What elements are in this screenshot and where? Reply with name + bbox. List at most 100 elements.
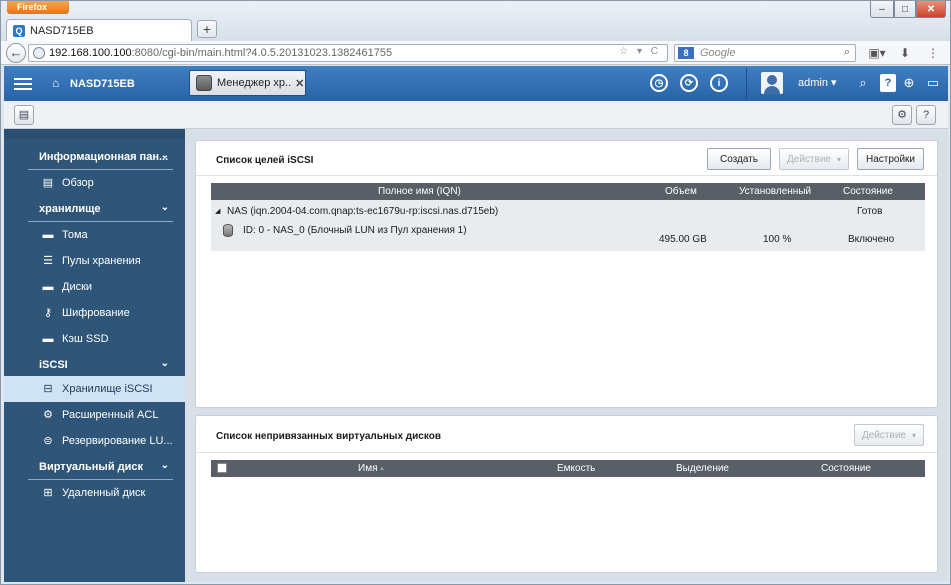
sidebar-item-ssd-cache[interactable]: ▬ Кэш SSD bbox=[4, 326, 185, 352]
sidebar-group-dashboard[interactable]: Информационная пан... ⌄ bbox=[4, 144, 185, 170]
close-window-button[interactable]: ✕ bbox=[916, 1, 946, 18]
sidebar-item-overview[interactable]: ▤ Обзор bbox=[4, 170, 185, 196]
chevron-down-icon: ⌄ bbox=[160, 358, 169, 369]
settings-gear-icon[interactable]: ⚙ bbox=[892, 105, 912, 125]
action-label: Действие bbox=[862, 429, 906, 441]
search-magnifier-icon[interactable]: ⌕ bbox=[844, 46, 850, 59]
maximize-button[interactable]: □ bbox=[894, 1, 916, 18]
home-label: NASD715EB bbox=[70, 77, 135, 90]
sidebar-item-remote-disk[interactable]: ⊞ Удаленный диск bbox=[4, 480, 185, 506]
action-dropdown[interactable]: Действие ▾ bbox=[779, 148, 849, 170]
sidebar-group-iscsi[interactable]: iSCSI ⌄ bbox=[4, 352, 185, 378]
download-arrow-icon[interactable]: ⬇ bbox=[895, 44, 915, 62]
column-allocated[interactable]: Установленный bbox=[739, 186, 811, 197]
search-icon[interactable]: ⌕ bbox=[854, 74, 872, 92]
toggle-panel-icon[interactable]: ▤ bbox=[14, 105, 34, 125]
sidebar-group-virtual-disk[interactable]: Виртуальный диск ⌄ bbox=[4, 454, 185, 480]
table-row[interactable]: ◢ NAS (iqn.2004-04.com.qnap:ts-ec1679u-r… bbox=[211, 200, 925, 222]
close-app-tab-icon[interactable]: ✕ bbox=[295, 77, 304, 90]
sidebar-item-encryption[interactable]: ⚷ Шифрование bbox=[4, 300, 185, 326]
overview-icon: ▤ bbox=[42, 176, 54, 189]
info-icon[interactable]: i bbox=[710, 74, 728, 92]
monitor-icon[interactable]: ▭ bbox=[924, 74, 942, 92]
home-button[interactable]: ⌂ NASD715EB bbox=[52, 66, 135, 101]
app-help-icon[interactable]: ? bbox=[916, 105, 936, 125]
disk-icon: ▬ bbox=[42, 280, 54, 293]
sidebar-item-label: Диски bbox=[62, 281, 93, 293]
new-tab-button[interactable]: + bbox=[197, 20, 217, 38]
panel-title: Список целей iSCSI bbox=[216, 155, 314, 166]
sort-arrow-icon: ▲ bbox=[379, 466, 385, 472]
main-content: Список целей iSCSI Создать Действие ▾ Нас… bbox=[185, 129, 948, 582]
sidebar-group-label: хранилище bbox=[39, 203, 101, 215]
clock-icon[interactable]: ◷ bbox=[650, 74, 668, 92]
select-all-checkbox[interactable] bbox=[217, 463, 227, 473]
sidebar-item-advanced-acl[interactable]: ⚙ Расширенный ACL bbox=[4, 402, 185, 428]
divider bbox=[196, 452, 937, 453]
virtual-disks-table-header: Имя ▲ Емкость Выделение Состояние bbox=[211, 460, 925, 477]
sidebar-item-pools[interactable]: ☰ Пулы хранения bbox=[4, 248, 185, 274]
panel-title: Список непривязанных виртуальных дисков bbox=[216, 431, 441, 442]
browser-tab-title: NASD715EB bbox=[30, 24, 94, 37]
table-row[interactable]: ID: 0 - NAS_0 (Блочный LUN из Пул хранен… bbox=[211, 222, 925, 251]
search-input[interactable]: 8 Google ⌕ bbox=[674, 44, 856, 62]
bookmark-star-icon[interactable]: ☆ ▾ C bbox=[619, 46, 661, 57]
storage-manager-tab-label: Менеджер хр.. bbox=[217, 77, 292, 89]
sidebar-group-label: Виртуальный диск bbox=[39, 461, 144, 473]
qnap-app-bar: ⌂ NASD715EB Менеджер хр.. ✕ ◷ ⟳ i admin … bbox=[4, 66, 948, 101]
column-status[interactable]: Состояние bbox=[821, 463, 871, 474]
lun-capacity: 495.00 GB bbox=[659, 234, 707, 245]
column-name[interactable]: Имя bbox=[358, 463, 377, 474]
column-iqn[interactable]: Полное имя (IQN) bbox=[378, 186, 461, 197]
sidebar-item-volumes[interactable]: ▬ Тома bbox=[4, 222, 185, 248]
sidebar-group-label: iSCSI bbox=[39, 359, 68, 371]
storage-manager-tab[interactable]: Менеджер хр.. ✕ bbox=[189, 70, 306, 96]
browser-tab[interactable]: Q NASD715EB bbox=[6, 19, 192, 41]
sidebar-item-label: Удаленный диск bbox=[62, 487, 146, 499]
divider bbox=[196, 175, 937, 176]
column-allocation[interactable]: Выделение bbox=[676, 463, 729, 474]
user-menu[interactable]: admin ▾ bbox=[798, 66, 837, 101]
chevron-down-icon: ▾ bbox=[911, 430, 916, 440]
help-icon[interactable]: ? bbox=[880, 74, 896, 92]
column-capacity[interactable]: Емкость bbox=[557, 463, 595, 474]
settings-button[interactable]: Настройки bbox=[857, 148, 924, 170]
sidebar-item-disks[interactable]: ▬ Диски bbox=[4, 274, 185, 300]
browser-window: Firefox – □ ✕ Q NASD715EB + ← 192.168.10… bbox=[0, 0, 951, 585]
sidebar-group-storage[interactable]: хранилище ⌄ bbox=[4, 196, 185, 222]
browser-titlebar: Firefox – □ ✕ Q NASD715EB + bbox=[1, 1, 950, 41]
chevron-down-icon: ⌄ bbox=[160, 150, 169, 161]
targets-table-body: ◢ NAS (iqn.2004-04.com.qnap:ts-ec1679u-r… bbox=[211, 200, 925, 251]
expand-triangle-icon[interactable]: ◢ bbox=[215, 207, 220, 215]
divider bbox=[746, 68, 747, 99]
unbound-virtual-disks-panel: Список непривязанных виртуальных дисков … bbox=[195, 415, 938, 573]
hamburger-menu-icon[interactable] bbox=[14, 75, 32, 91]
chevron-down-icon: ⌄ bbox=[160, 460, 169, 471]
column-capacity[interactable]: Объем bbox=[665, 186, 697, 197]
column-status[interactable]: Состояние bbox=[843, 186, 893, 197]
action-label: Действие bbox=[787, 153, 831, 165]
url-host: 192.168.100.100 bbox=[49, 47, 132, 59]
user-label: admin bbox=[798, 77, 828, 89]
action-dropdown[interactable]: Действие ▾ bbox=[854, 424, 924, 446]
backup-icon: ⊜ bbox=[43, 434, 53, 447]
url-bar[interactable]: 192.168.100.100:8080/cgi-bin/main.html?4… bbox=[28, 44, 668, 62]
search-placeholder: Google bbox=[700, 47, 736, 59]
minimize-button[interactable]: – bbox=[870, 1, 894, 18]
sidebar-item-lun-backup[interactable]: ⊜ Резервирование LU... bbox=[4, 428, 185, 454]
storage-manager-icon bbox=[196, 75, 212, 91]
browser-navbar: ← 192.168.100.100:8080/cgi-bin/main.html… bbox=[1, 41, 950, 65]
home-icon: ⌂ bbox=[52, 76, 60, 90]
firefox-menu-button[interactable]: Firefox bbox=[7, 1, 69, 14]
create-button[interactable]: Создать bbox=[707, 148, 771, 170]
avatar[interactable] bbox=[761, 72, 783, 94]
back-arrow-icon[interactable]: ← bbox=[6, 43, 26, 63]
sidebar-item-label: Расширенный ACL bbox=[62, 409, 159, 421]
screenshot-tool-icon[interactable]: ▣▾ bbox=[867, 44, 887, 62]
google-engine-icon[interactable]: 8 bbox=[678, 47, 694, 59]
sync-icon[interactable]: ⟳ bbox=[680, 74, 698, 92]
globe-icon bbox=[33, 47, 45, 59]
globe-language-icon[interactable]: ⊕ bbox=[900, 74, 918, 92]
firefox-menu-icon[interactable]: ⋮ bbox=[923, 44, 943, 62]
sidebar-item-iscsi-storage[interactable]: ⊟ Хранилище iSCSI bbox=[4, 376, 185, 402]
